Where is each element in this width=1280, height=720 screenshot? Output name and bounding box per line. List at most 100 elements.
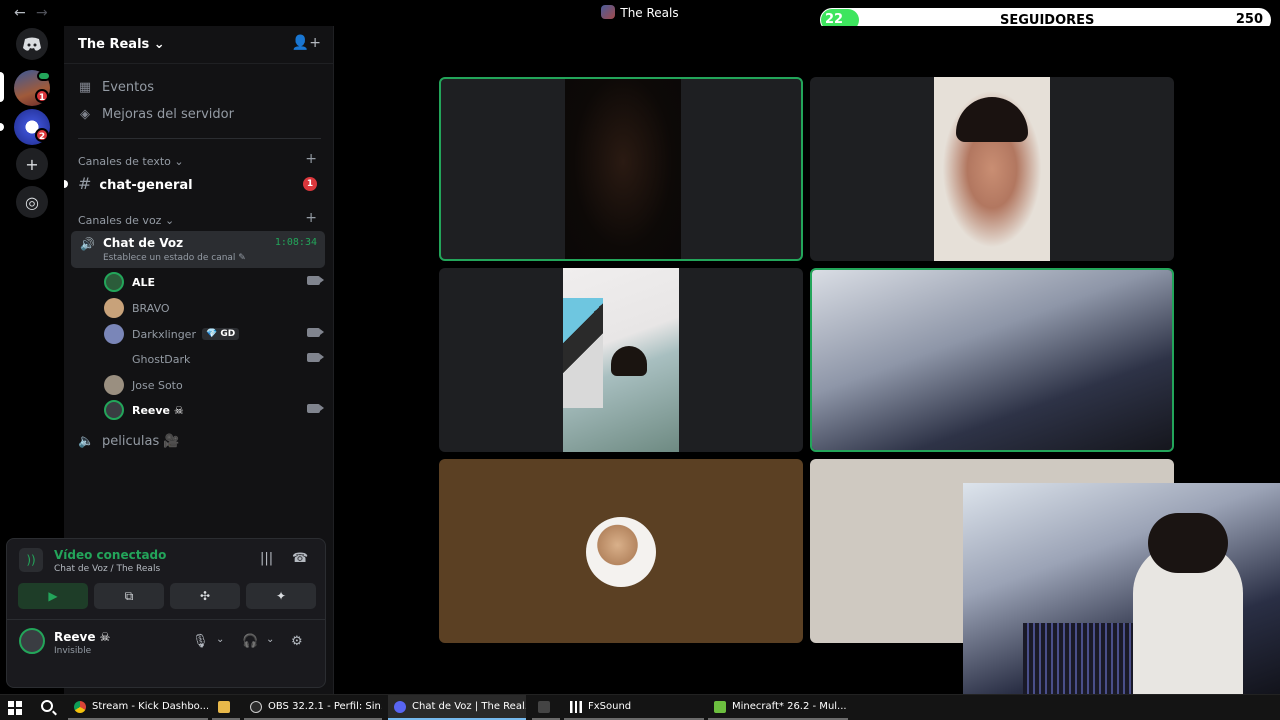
taskbar-app[interactable]: Minecraft* 26.2 - Mul... — [708, 695, 848, 720]
follower-count: 22 — [825, 12, 844, 27]
voice-channel-peliculas[interactable]: 🔈 peliculas 🎥 — [78, 434, 180, 449]
add-server-icon[interactable]: + — [16, 148, 48, 180]
taskbar-app[interactable]: Stream - Kick Dashbo... — [68, 695, 208, 720]
calendar-icon: ▦ — [78, 80, 92, 95]
chevron-down-icon[interactable]: ⌄ — [266, 634, 274, 645]
video-feed — [563, 268, 679, 452]
signal-icon: )) — [19, 548, 43, 572]
user-avatar[interactable] — [19, 628, 45, 654]
invite-people-icon[interactable]: 👤+ — [292, 35, 321, 51]
video-tile[interactable] — [810, 268, 1174, 452]
video-tile[interactable] — [439, 459, 803, 643]
video-feed — [812, 270, 1172, 450]
active-server-pill — [0, 72, 4, 102]
webcam-overlay — [963, 483, 1280, 694]
avatar — [104, 400, 124, 420]
taskbar-app[interactable]: OBS 32.2.1 - Perfil: Sin... — [244, 695, 382, 720]
add-voice-channel-icon[interactable]: + — [305, 210, 317, 226]
terminal-icon — [538, 700, 550, 713]
events-item[interactable]: ▦ Eventos — [78, 80, 154, 95]
chevron-down-icon[interactable]: ⌄ — [216, 634, 224, 645]
connection-location[interactable]: Chat de Voz / The Reals — [54, 564, 160, 574]
taskbar-app-label: FxSound — [588, 701, 632, 712]
follower-goal: 250 — [1235, 12, 1263, 27]
discord-home-icon[interactable] — [16, 28, 48, 60]
avatar — [104, 272, 124, 292]
camera-toggle-button[interactable]: ▶ — [18, 583, 88, 609]
taskbar-app-label: Stream - Kick Dashbo... — [92, 701, 208, 712]
avatar — [104, 349, 124, 369]
taskbar-app-label: Chat de Voz | The Real... — [412, 701, 526, 712]
voice-member[interactable]: ALE — [104, 271, 324, 293]
voice-channel-chat-de-voz[interactable]: 🔊 Chat de Voz 1:08:34 Establece un estad… — [71, 231, 325, 268]
voice-member[interactable]: GhostDark — [104, 348, 324, 370]
settings-gear-icon[interactable]: ⚙ — [291, 634, 303, 649]
microphone-icon[interactable]: 🎙 — [192, 634, 209, 649]
connection-status: Vídeo conectado — [54, 548, 167, 562]
unread-indicator — [64, 180, 68, 188]
server-name: The Reals ⌄ — [78, 37, 165, 52]
channel-status-hint[interactable]: Establece un estado de canal ✎ — [103, 253, 246, 263]
voice-member[interactable]: Jose Soto — [104, 374, 320, 396]
discover-icon[interactable]: ◎ — [16, 186, 48, 218]
video-tile[interactable] — [439, 77, 803, 261]
voice-category[interactable]: Canales de voz ⌄ — [78, 214, 174, 227]
folder-icon — [218, 700, 230, 713]
camera-icon — [307, 276, 324, 285]
avatar — [104, 298, 124, 318]
taskbar-app[interactable] — [532, 695, 560, 720]
obs-icon — [250, 700, 262, 713]
fxsound-icon — [570, 700, 582, 713]
video-tile[interactable] — [810, 77, 1174, 261]
server-header[interactable]: The Reals ⌄ 👤+ — [64, 26, 333, 64]
speaker-icon: 🔊 — [80, 237, 95, 251]
guild-tag: 💎 GD — [201, 328, 240, 340]
events-label: Eventos — [102, 80, 154, 95]
server-mini-icon — [601, 5, 616, 19]
video-live-icon — [37, 71, 51, 81]
divider — [78, 138, 321, 139]
hair-shape — [1148, 513, 1228, 573]
server-badge-2: 2 — [35, 128, 49, 142]
add-text-channel-icon[interactable]: + — [305, 151, 317, 167]
server-badge: 1 — [35, 89, 49, 103]
window-title-text: The Reals — [620, 6, 679, 20]
activities-button[interactable]: ✣ — [170, 583, 240, 609]
screen-share-button[interactable]: ⧉ — [94, 583, 164, 609]
member-name: BRAVO — [132, 301, 170, 315]
avatar — [104, 324, 124, 344]
voice-member[interactable]: BRAVO — [104, 297, 320, 319]
chevron-down-icon: ⌄ — [153, 37, 165, 52]
text-category[interactable]: Canales de texto ⌄ — [78, 155, 184, 168]
channel-chat-general[interactable]: # chat-general — [78, 174, 193, 193]
speaker-muted-icon: 🔈 — [78, 434, 95, 449]
user-name[interactable]: Reeve ☠ — [54, 630, 110, 644]
video-tile[interactable] — [439, 268, 803, 452]
boost-icon: ◈ — [80, 107, 90, 122]
discord-icon — [394, 700, 406, 713]
taskbar: Stream - Kick Dashbo... OBS 32.2.1 - Per… — [0, 694, 1280, 720]
soundboard-button[interactable]: ✦ — [246, 583, 316, 609]
voice-connection-panel: )) Vídeo conectado Chat de Voz / The Rea… — [6, 538, 326, 688]
desk-pattern — [1023, 623, 1133, 694]
member-name: Jose Soto — [132, 378, 183, 392]
taskbar-app-label: OBS 32.2.1 - Perfil: Sin... — [268, 701, 382, 712]
headset-icon[interactable]: 🎧 — [242, 634, 258, 649]
noise-suppression-icon[interactable]: ||| — [260, 551, 273, 566]
voice-member[interactable]: Darkxlinger 💎 GD — [104, 323, 324, 345]
taskbar-app[interactable]: Chat de Voz | The Real... — [388, 695, 526, 720]
participant-avatar — [586, 517, 656, 587]
member-name: GhostDark — [132, 352, 191, 366]
hash-icon: # — [78, 174, 92, 193]
server-boost-item[interactable]: ◈ Mejoras del servidor — [78, 107, 234, 122]
disconnect-icon[interactable]: ☎ — [292, 551, 308, 566]
voice-member[interactable]: Reeve ☠ — [104, 399, 324, 421]
taskbar-app[interactable]: FxSound — [564, 695, 704, 720]
windows-start-icon[interactable] — [8, 701, 22, 715]
taskbar-app-label: Minecraft* 26.2 - Mul... — [732, 701, 847, 712]
search-icon[interactable] — [41, 700, 53, 712]
hair-shape — [956, 97, 1028, 142]
boost-label: Mejoras del servidor — [102, 107, 234, 122]
taskbar-app[interactable] — [212, 695, 240, 720]
divider — [7, 619, 325, 620]
